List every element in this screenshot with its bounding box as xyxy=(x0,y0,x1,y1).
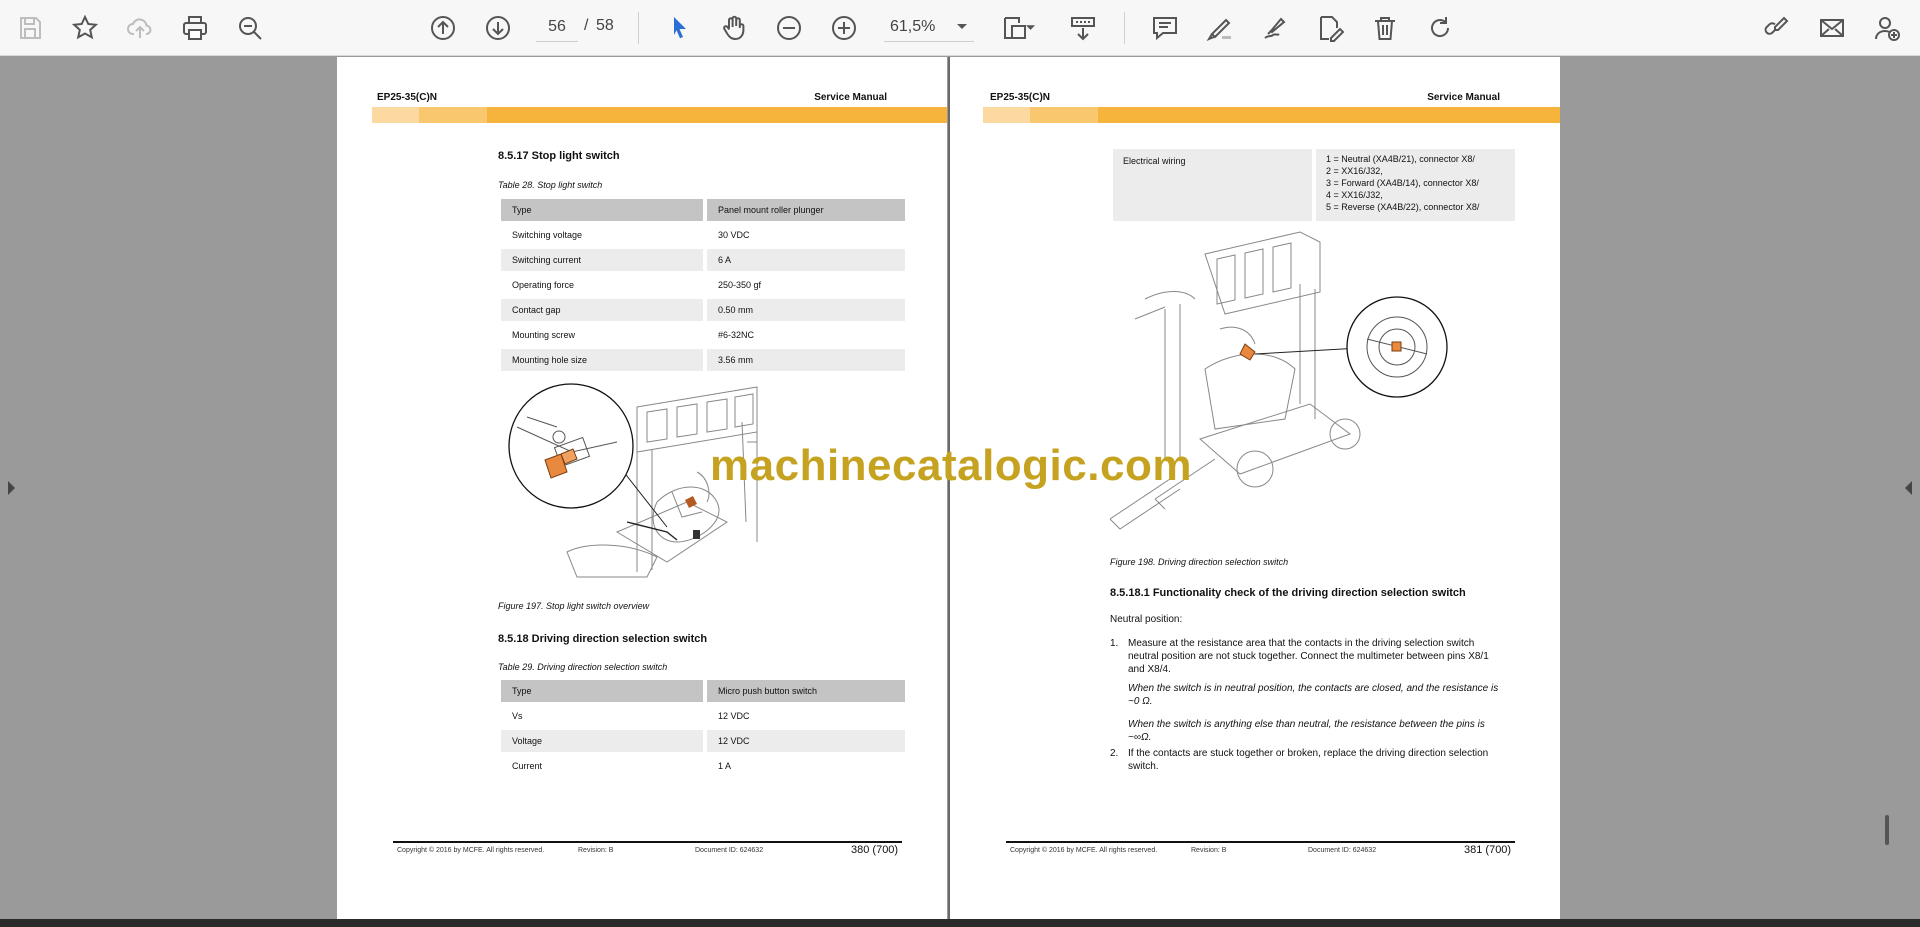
zoom-value: 61,5% xyxy=(890,17,936,35)
print-icon[interactable] xyxy=(176,9,214,47)
save-icon[interactable] xyxy=(11,9,49,47)
select-cursor-icon[interactable] xyxy=(660,9,698,47)
header-color-bar xyxy=(983,107,1560,123)
page-number-input[interactable] xyxy=(536,12,578,42)
scroll-mode-icon[interactable] xyxy=(1064,9,1102,47)
footer-page-number: 381 (700) xyxy=(1464,844,1512,856)
table-row: Type Micro push button switch xyxy=(501,680,905,702)
status-bar xyxy=(0,919,1920,927)
spec-table-direction-switch: Type Micro push button switch Vs 12 VDC Vo… xyxy=(497,677,909,780)
left-panel-toggle-icon[interactable] xyxy=(4,478,18,498)
step-1-text: Measure at the resistance area that the … xyxy=(1128,638,1489,675)
table-row: Current 1 A xyxy=(501,755,905,777)
figure-caption: Figure 198. Driving direction selection … xyxy=(1110,557,1289,567)
email-icon[interactable] xyxy=(1813,9,1851,47)
highlight-pen-icon[interactable] xyxy=(1201,9,1239,47)
header-manual-title: Service Manual xyxy=(814,92,887,103)
step-1-note-neutral: When the switch is in neutral position, … xyxy=(1128,683,1499,707)
table-row: Type Panel mount roller plunger xyxy=(501,199,905,221)
zoom-in-icon[interactable] xyxy=(825,9,863,47)
section-title-functionality-check: 8.5.18.1 Functionality check of the driv… xyxy=(1110,587,1466,599)
page-total: 58 xyxy=(596,17,614,34)
table-row: Voltage 12 VDC xyxy=(501,730,905,752)
page-fit-dropdown-icon[interactable] xyxy=(1022,9,1038,47)
hand-tool-icon[interactable] xyxy=(715,9,753,47)
header-color-bar xyxy=(372,107,947,123)
table-row: Switching current 6 A xyxy=(501,249,905,271)
right-panel-toggle-icon[interactable] xyxy=(1902,478,1916,498)
watermark-text: machinecatalogic.com xyxy=(710,441,1192,490)
footer-copyright: Copyright © 2016 by MCFE. All rights res… xyxy=(397,847,545,854)
footer-copyright: Copyright © 2016 by MCFE. All rights res… xyxy=(1010,847,1158,854)
footer-revision: Revision: B xyxy=(1191,847,1227,854)
intro-text: Neutral position: xyxy=(1110,614,1183,625)
wiring-label: Electrical wiring xyxy=(1113,149,1312,221)
zoom-dropdown[interactable]: 61,5% xyxy=(884,12,974,42)
step-1-note-other: When the switch is anything else than ne… xyxy=(1128,719,1485,743)
table-caption: Table 29. Driving direction selection sw… xyxy=(498,662,668,672)
header-manual-title: Service Manual xyxy=(1427,92,1500,103)
table-row: Switching voltage 30 VDC xyxy=(501,224,905,246)
step-2-text: If the contacts are stuck together or br… xyxy=(1128,748,1489,772)
zoom-search-icon[interactable] xyxy=(231,9,269,47)
step-number: 2. xyxy=(1110,748,1119,759)
zoom-out-icon[interactable] xyxy=(770,9,808,47)
toolbar: / 58 61,5% xyxy=(0,0,1920,56)
header-model: EP25-35(C)N xyxy=(990,92,1051,103)
footer-rule xyxy=(393,841,902,843)
table-row: Operating force 250-350 gf xyxy=(501,274,905,296)
table-row: Mounting screw #6-32NC xyxy=(501,324,905,346)
bookmark-star-icon[interactable] xyxy=(66,9,104,47)
previous-page-icon[interactable] xyxy=(424,9,462,47)
figure-caption: Figure 197. Stop light switch overview xyxy=(498,601,650,611)
table-row: Vs 12 VDC xyxy=(501,705,905,727)
fill-sign-icon[interactable] xyxy=(1311,9,1349,47)
add-user-icon[interactable] xyxy=(1868,9,1906,47)
delete-trash-icon[interactable] xyxy=(1366,9,1404,47)
step-number: 1. xyxy=(1110,638,1119,649)
footer-revision: Revision: B xyxy=(578,847,614,854)
chevron-down-icon xyxy=(957,23,967,29)
wiring-values: 1 = Neutral (XA4B/21), connector X8/ 2 =… xyxy=(1316,149,1515,221)
header-model: EP25-35(C)N xyxy=(377,92,438,103)
scrollbar-thumb[interactable] xyxy=(1885,815,1889,845)
wiring-table: Electrical wiring 1 = Neutral (XA4B/21),… xyxy=(1113,149,1515,221)
rotate-redo-icon[interactable] xyxy=(1421,9,1459,47)
footer-page-number: 380 (700) xyxy=(851,844,899,856)
footer-document-id: Document ID: 624632 xyxy=(1308,847,1377,854)
page-separator: / xyxy=(584,17,589,34)
toolbar-divider xyxy=(638,12,639,44)
spec-table-stop-light: Type Panel mount roller plunger Switching… xyxy=(497,196,909,374)
footer-rule xyxy=(1006,841,1515,843)
table-row: Contact gap 0.50 mm xyxy=(501,299,905,321)
next-page-icon[interactable] xyxy=(479,9,517,47)
cloud-upload-icon[interactable] xyxy=(121,9,159,47)
edit-link-icon[interactable] xyxy=(1758,9,1796,47)
draw-freehand-icon[interactable] xyxy=(1256,9,1294,47)
comment-icon[interactable] xyxy=(1146,9,1184,47)
toolbar-divider xyxy=(1124,12,1125,44)
direction-switch-illustration xyxy=(1109,231,1448,530)
section-title-stop-light: 8.5.17 Stop light switch xyxy=(498,150,620,162)
table-caption: Table 28. Stop light switch xyxy=(498,180,603,190)
table-row: Mounting hole size 3.56 mm xyxy=(501,349,905,371)
footer-document-id: Document ID: 624632 xyxy=(695,847,764,854)
section-title-direction-switch: 8.5.18 Driving direction selection switc… xyxy=(498,633,708,645)
